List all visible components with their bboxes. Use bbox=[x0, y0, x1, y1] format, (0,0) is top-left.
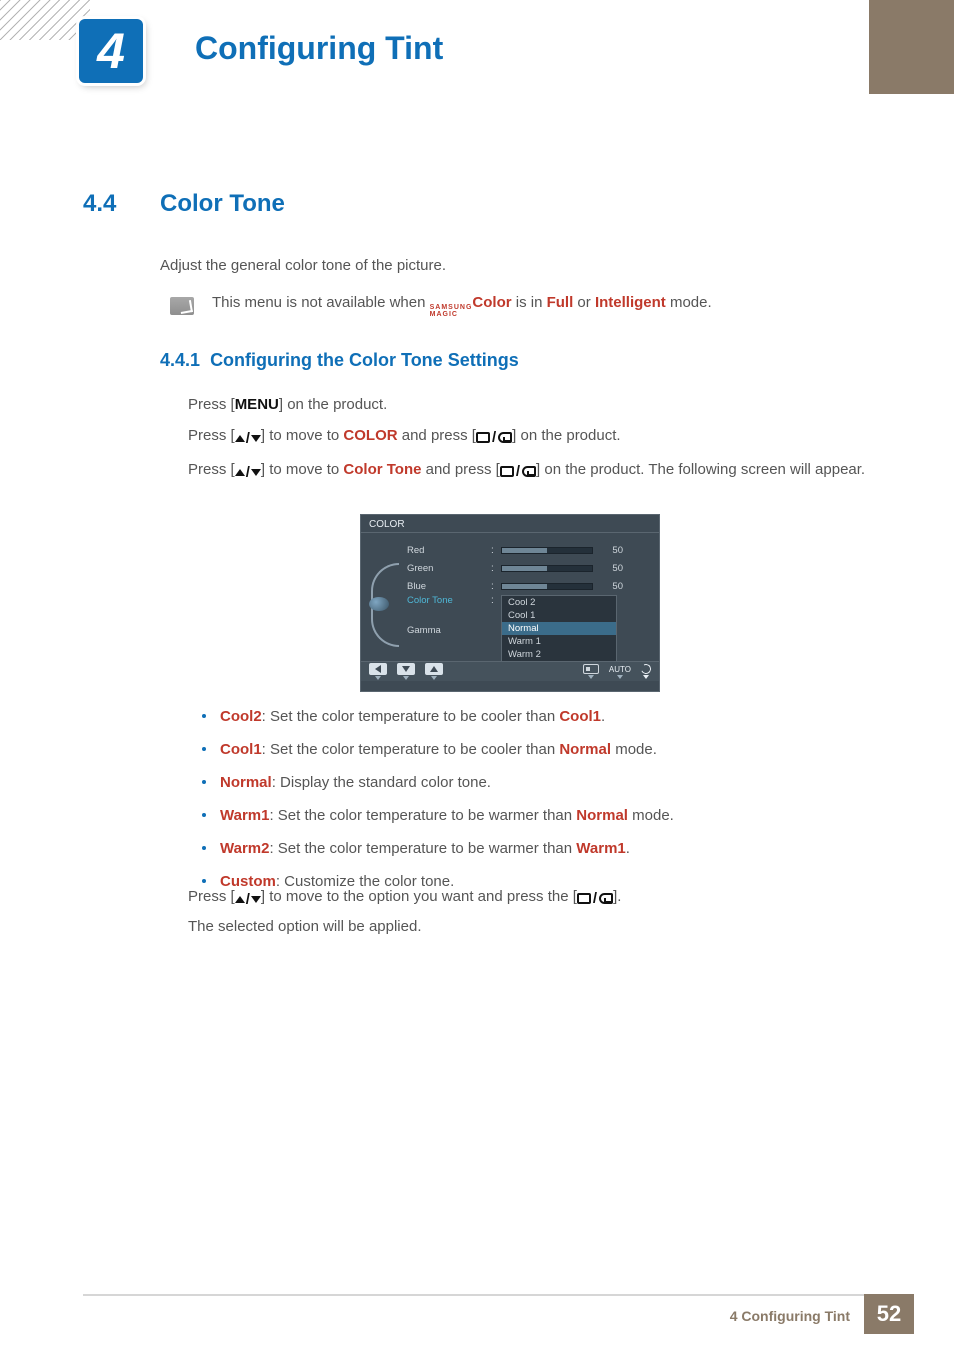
osd-option[interactable]: Warm 2 bbox=[502, 648, 616, 661]
osd-label-color-tone: Color Tone bbox=[407, 595, 485, 606]
osd-value-green: 50 bbox=[599, 563, 623, 574]
chapter-badge: 4 bbox=[79, 19, 143, 83]
body-steps: Press [MENU] on the product. Press [/] t… bbox=[188, 390, 873, 490]
osd-value-blue: 50 bbox=[599, 581, 623, 592]
step3-target: Color Tone bbox=[343, 461, 421, 478]
osd-footer-source-button[interactable] bbox=[583, 664, 599, 679]
header-accent-bar bbox=[869, 0, 954, 94]
osd-option[interactable]: Cool 2 bbox=[502, 596, 616, 609]
note-text: This menu is not available when SAMSUNGM… bbox=[212, 294, 712, 318]
step2-target: COLOR bbox=[343, 427, 397, 444]
section-lead: Adjust the general color tone of the pic… bbox=[160, 257, 446, 274]
page-root: 4 Configuring Tint 4.4 Color Tone Adjust… bbox=[0, 0, 954, 1350]
osd-row-red: Red: 50 bbox=[407, 541, 649, 559]
section-number: 4.4 bbox=[83, 190, 116, 218]
osd-footer-auto-button[interactable]: AUTO bbox=[609, 665, 631, 679]
footer-page-number: 52 bbox=[864, 1294, 914, 1334]
footer-chapter-label: 4 Configuring Tint bbox=[730, 1308, 850, 1324]
after-step-applied: The selected option will be applied. bbox=[188, 912, 873, 941]
osd-slider-blue[interactable] bbox=[501, 583, 593, 590]
step-3: Press [/] to move to Color Tone and pres… bbox=[188, 455, 873, 487]
osd-label-gamma: Gamma bbox=[407, 625, 485, 636]
subsection-title: Configuring the Color Tone Settings bbox=[210, 350, 519, 370]
section-title: Color Tone bbox=[160, 190, 285, 218]
note-mid: is in bbox=[512, 294, 547, 311]
osd-option[interactable]: Cool 1 bbox=[502, 609, 616, 622]
osd-value-red: 50 bbox=[599, 545, 623, 556]
header-hatch-decor bbox=[0, 0, 90, 40]
osd-label-blue: Blue bbox=[407, 581, 485, 592]
osd-slider-green[interactable] bbox=[501, 565, 593, 572]
after-step-press: Press [/] to move to the option you want… bbox=[188, 882, 873, 914]
note-prefix: This menu is not available when bbox=[212, 294, 430, 311]
up-down-arrows-icon: / bbox=[235, 424, 261, 453]
osd-slider-red[interactable] bbox=[501, 547, 593, 554]
select-enter-icon: / bbox=[577, 884, 613, 913]
up-down-arrows-icon: / bbox=[235, 885, 261, 914]
osd-row-gamma: Gamma bbox=[407, 621, 485, 639]
osd-panel: COLOR Red: 50 Green: 50 Blue: 50 bbox=[360, 514, 660, 692]
osd-rows: Red: 50 Green: 50 Blue: 50 Color Tone: bbox=[407, 541, 649, 675]
osd-footer-down-button[interactable] bbox=[397, 663, 415, 680]
osd-footer: AUTO bbox=[361, 661, 659, 681]
osd-label-green: Green bbox=[407, 563, 485, 574]
step-2: Press [/] to move to COLOR and press [/]… bbox=[188, 421, 873, 453]
menu-button-label: MENU bbox=[235, 396, 279, 413]
select-enter-icon: / bbox=[500, 457, 536, 486]
note-mode2: Intelligent bbox=[595, 294, 666, 311]
option-item-warm2: Warm2: Set the color temperature to be w… bbox=[202, 838, 872, 859]
osd-footer-up-button[interactable] bbox=[425, 663, 443, 680]
subsection-number: 4.4.1 bbox=[160, 350, 200, 370]
osd-title: COLOR bbox=[361, 515, 659, 533]
note-icon bbox=[170, 297, 194, 315]
chapter-number: 4 bbox=[97, 22, 125, 80]
subsection-heading: 4.4.1 Configuring the Color Tone Setting… bbox=[160, 350, 519, 371]
select-enter-icon: / bbox=[476, 423, 512, 452]
option-item-normal: Normal: Display the standard color tone. bbox=[202, 772, 872, 793]
note-mode1: Full bbox=[547, 294, 574, 311]
note-brand-suffix: Color bbox=[472, 294, 511, 311]
footer-divider bbox=[83, 1294, 914, 1296]
osd-option-selected[interactable]: Normal bbox=[502, 622, 616, 635]
osd-footer-back-button[interactable] bbox=[369, 663, 387, 680]
osd-body: Red: 50 Green: 50 Blue: 50 Color Tone: bbox=[361, 533, 659, 681]
step-1: Press [MENU] on the product. bbox=[188, 390, 873, 419]
osd-footer-power-button[interactable] bbox=[641, 664, 651, 679]
chapter-title: Configuring Tint bbox=[195, 30, 443, 67]
note-row: This menu is not available when SAMSUNGM… bbox=[170, 294, 712, 318]
option-item-warm1: Warm1: Set the color temperature to be w… bbox=[202, 805, 872, 826]
note-or: or bbox=[573, 294, 595, 311]
osd-row-blue: Blue: 50 bbox=[407, 577, 649, 595]
note-suffix: mode. bbox=[666, 294, 712, 311]
osd-category-icon bbox=[369, 597, 389, 611]
osd-row-green: Green: 50 bbox=[407, 559, 649, 577]
option-item-cool1: Cool1: Set the color temperature to be c… bbox=[202, 739, 872, 760]
samsung-magic-logo: SAMSUNGMAGIC bbox=[430, 304, 473, 318]
option-item-cool2: Cool2: Set the color temperature to be c… bbox=[202, 706, 872, 727]
osd-label-red: Red bbox=[407, 545, 485, 556]
osd-option[interactable]: Warm 1 bbox=[502, 635, 616, 648]
up-down-arrows-icon: / bbox=[235, 458, 261, 487]
options-list: Cool2: Set the color temperature to be c… bbox=[202, 706, 872, 904]
